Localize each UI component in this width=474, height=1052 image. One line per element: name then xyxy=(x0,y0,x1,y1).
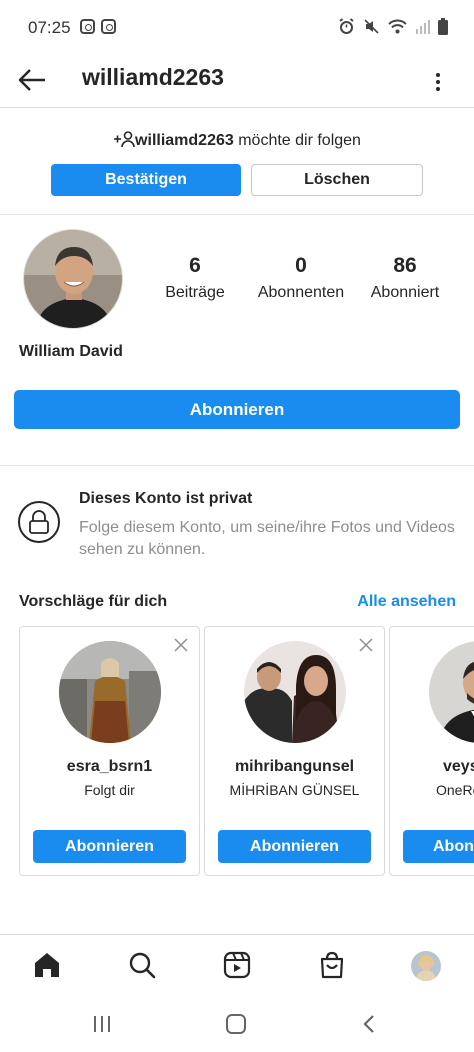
back-arrow-icon xyxy=(18,69,45,91)
back-nav-button[interactable] xyxy=(356,1012,384,1036)
suggestion-subtitle: Folgt dir xyxy=(84,782,135,798)
posts-label: Beiträge xyxy=(165,284,225,301)
profile-full-name: William David xyxy=(19,343,123,360)
more-options-button[interactable] xyxy=(426,64,450,100)
status-time: 07:25 xyxy=(28,18,71,37)
suggestion-avatar[interactable] xyxy=(429,641,474,743)
following-label: Abonniert xyxy=(370,284,440,301)
following-count: 86 xyxy=(393,254,417,277)
profile-photo xyxy=(24,230,122,328)
suggestion-username[interactable]: esra_bsrn1 xyxy=(20,758,199,776)
suggestion-card[interactable]: mihribangunsel MİHRİBAN GÜNSEL Abonniere… xyxy=(204,626,385,876)
tab-shop[interactable] xyxy=(316,949,348,981)
followers-label: Abonnenten xyxy=(257,284,345,301)
battery-icon xyxy=(438,18,448,35)
home-square-icon xyxy=(226,1014,246,1034)
suggestion-subtitle: OneRe xyxy=(436,782,474,798)
profile-avatar[interactable] xyxy=(23,229,123,329)
suggestion-follow-button[interactable]: Abonnieren xyxy=(218,830,371,863)
request-username[interactable]: williamd2263 xyxy=(135,132,234,149)
private-account-description: Folge diesem Konto, um seine/ihre Fotos … xyxy=(79,519,455,558)
suggestions-title: Vorschläge für dich xyxy=(19,593,168,610)
wifi-icon xyxy=(388,19,407,34)
suggestion-card[interactable]: esra_bsrn1 Folgt dir Abonnieren xyxy=(19,626,200,876)
home-button[interactable] xyxy=(222,1012,250,1036)
add-person-icon xyxy=(114,131,135,148)
close-icon[interactable] xyxy=(358,637,374,653)
tab-reels[interactable] xyxy=(221,949,253,981)
reels-icon xyxy=(223,951,251,979)
bottom-tab-bar xyxy=(0,934,474,998)
search-icon xyxy=(129,952,156,979)
lock-icon xyxy=(18,501,60,543)
recents-icon xyxy=(94,1016,110,1032)
tab-profile[interactable] xyxy=(411,951,441,981)
follow-request-text: williamd2263 möchte dir folgen xyxy=(0,130,474,150)
chevron-left-icon xyxy=(363,1015,374,1033)
suggestion-follow-button[interactable]: Abonnieren xyxy=(33,830,186,863)
suggestion-username[interactable]: mihribangunsel xyxy=(205,758,384,776)
home-icon xyxy=(35,953,59,977)
top-bar: williamd2263 xyxy=(0,56,474,108)
more-vertical-icon xyxy=(436,73,440,91)
page-title: williamd2263 xyxy=(82,64,224,90)
close-icon[interactable] xyxy=(173,637,189,653)
alarm-icon xyxy=(339,18,354,34)
suggestion-avatar[interactable] xyxy=(59,641,161,743)
recent-apps-button[interactable] xyxy=(88,1012,116,1036)
stat-posts: 6 Beiträge xyxy=(163,254,227,302)
instagram-notification-icon xyxy=(80,19,95,34)
suggestion-avatar[interactable] xyxy=(244,641,346,743)
back-button[interactable] xyxy=(14,62,50,98)
suggestion-username[interactable]: veys xyxy=(443,758,474,776)
request-message: möchte dir folgen xyxy=(233,132,361,149)
followers-count: 0 xyxy=(295,254,307,277)
profile-avatar-icon xyxy=(411,951,441,981)
suggestion-card[interactable]: veys OneRe Abon xyxy=(389,626,474,876)
suggestion-subtitle: MİHRİBAN GÜNSEL xyxy=(229,782,360,798)
signal-icon xyxy=(416,20,430,34)
tab-home[interactable] xyxy=(31,949,63,981)
tab-search[interactable] xyxy=(126,949,158,981)
system-nav-bar xyxy=(0,998,474,1052)
follow-button[interactable]: Abonnieren xyxy=(14,390,460,429)
instagram-notification-icon xyxy=(101,19,116,34)
posts-count: 6 xyxy=(189,254,201,277)
private-account-title: Dieses Konto ist privat xyxy=(79,490,253,507)
see-all-link[interactable]: Alle ansehen xyxy=(357,593,456,611)
delete-button[interactable]: Löschen xyxy=(251,164,423,196)
confirm-button[interactable]: Bestätigen xyxy=(51,164,241,196)
follow-request-banner: williamd2263 möchte dir folgen Bestätige… xyxy=(0,108,474,215)
divider xyxy=(0,465,474,466)
mute-icon xyxy=(364,19,379,34)
suggestion-follow-button[interactable]: Abon xyxy=(403,830,474,863)
stat-following: 86 Abonniert xyxy=(364,254,446,302)
status-bar: 07:25 xyxy=(0,0,474,56)
shop-icon xyxy=(320,951,344,979)
stat-followers: 0 Abonnenten xyxy=(251,254,351,302)
